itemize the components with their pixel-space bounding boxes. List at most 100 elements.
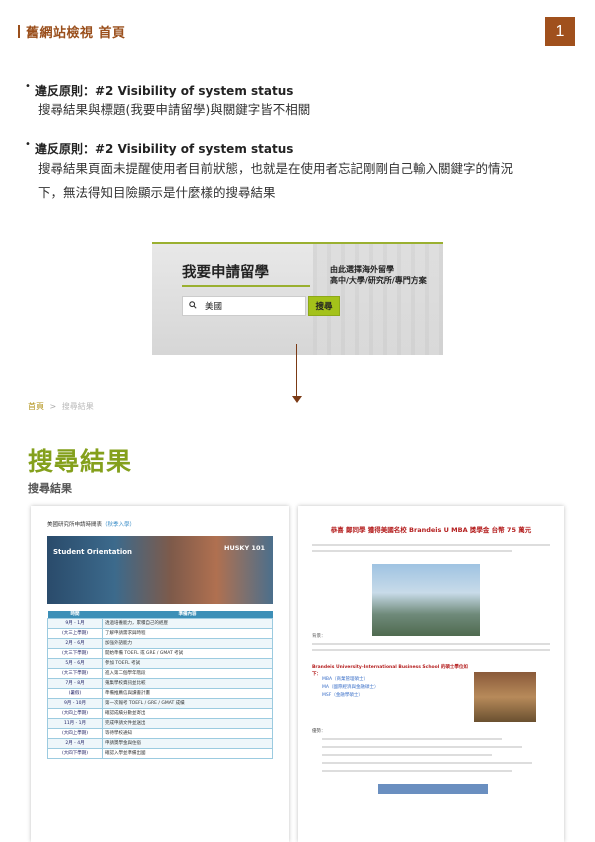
result-card-timeline[interactable]: 美國研究所申請時間表（秋季入學） Student Orientation HUS… (31, 506, 289, 842)
table-cell-content: 完成申請文件並送出 (102, 717, 273, 729)
table-cell-content: 參加 TOEFL 考試 (102, 657, 273, 669)
search-banner-screenshot: 我要申請留學 由此選擇海外留學 高中/大學/研究所/專門方案 美國 搜尋 (152, 242, 443, 355)
table-cell-month: 7月 - 8月 (47, 677, 103, 689)
table-cell-month: (大四上學期) (47, 707, 103, 719)
table-header: 準備內容 (102, 611, 273, 618)
search-button[interactable]: 搜尋 (308, 296, 340, 316)
page-number-badge: 1 (545, 17, 575, 46)
orientation-photo: Student Orientation HUSKY 101 (47, 536, 273, 604)
breadcrumb-current: 搜尋結果 (61, 402, 94, 411)
table-cell-content: 透過培養能力，累積自己的經歷 (102, 617, 273, 629)
bullet-dot: • (25, 81, 31, 92)
table-cell-month: (暑假) (47, 687, 103, 699)
search-input-value: 美國 (205, 302, 223, 312)
search-icon (189, 301, 197, 311)
text-placeholder-line (322, 746, 522, 748)
violation-description-2: 搜尋結果頁面未提醒使用者目前狀態，也就是在使用者忘記剛剛自己輸入關鍵字的情況 下… (38, 157, 573, 205)
text-placeholder-line (322, 762, 532, 764)
table-cell-month: (大四上學期) (47, 727, 103, 739)
card-title-text: 美國研究所申請時間表 (47, 522, 103, 528)
result-card-scholarship[interactable]: 恭喜 鄭同學 獲得美國名校 Brandeis U MBA 獎學金 台幣 75 萬… (298, 506, 564, 842)
table-cell-month: 9月 - 1月 (47, 617, 103, 629)
table-cell-content: 了解申請需求與時程 (102, 627, 273, 639)
banner-subtitle: 由此選擇海外留學 高中/大學/研究所/專門方案 (330, 264, 427, 286)
banner-heading: 我要申請留學 (182, 265, 269, 281)
table-cell-content: 確認成績分數並寄出 (102, 707, 273, 719)
bottom-image-strip (378, 784, 488, 794)
table-row: (大三上學期) 了解申請需求與時程 (47, 627, 273, 639)
table-cell-content: 開始準備 TOEFL 或 GRE / GMAT 考試 (102, 647, 273, 659)
table-cell-month: (大三下學期) (47, 647, 103, 659)
bullet-dot: • (25, 139, 31, 150)
description-line: 搜尋結果頁面未提醒使用者目前狀態，也就是在使用者忘記剛剛自己輸入關鍵字的情況 (38, 161, 514, 176)
campus-photo (372, 564, 480, 636)
table-row: (大四下學期) 確認入學並準備出國 (47, 747, 273, 759)
table-cell-content: 等待學校通知 (102, 727, 273, 739)
table-row: 9月 - 1月 透過培養能力，累積自己的經歷 (47, 617, 273, 629)
card-title: 美國研究所申請時間表（秋季入學） (47, 520, 135, 528)
breadcrumb: 首頁 > 搜尋結果 (28, 401, 94, 412)
table-cell-content: 申請獎學金與住宿 (102, 737, 273, 749)
photo-logo: HUSKY 101 (224, 544, 265, 552)
table-row: (大四上學期) 確認成績分數並寄出 (47, 707, 273, 719)
table-cell-month: 2月 - 6月 (47, 637, 103, 649)
text-placeholder-line (312, 544, 550, 546)
breadcrumb-home[interactable]: 首頁 (28, 402, 44, 411)
table-header: 時間 (47, 611, 103, 618)
header-accent-bar (18, 25, 20, 38)
violation-bullet-2: • 違反原則：#2 Visibility of system status (25, 139, 294, 157)
card-title-tag: （秋季入學） (102, 522, 136, 528)
table-header-row: 時間 準備內容 (47, 611, 273, 618)
table-cell-month: (大三下學期) (47, 667, 103, 679)
search-input[interactable]: 美國 (182, 296, 306, 316)
table-cell-content: 確認入學並準備出國 (102, 747, 273, 759)
page-header: 舊網站檢視 首頁 (18, 22, 126, 41)
table-row: 2月 - 4月 申請獎學金與住宿 (47, 737, 273, 749)
text-placeholder-line (312, 649, 550, 651)
banner-subtitle-line: 由此選擇海外留學 (330, 265, 394, 274)
photo-caption: Student Orientation (53, 548, 133, 556)
table-row: (暑假) 準備推薦信與讀書計畫 (47, 687, 273, 699)
school-photo (474, 672, 536, 722)
table-row: 2月 - 6月 加強外語能力 (47, 637, 273, 649)
banner-subtitle-line: 高中/大學/研究所/專門方案 (330, 276, 427, 285)
table-cell-month: 11月 - 1月 (47, 717, 103, 729)
table-cell-month: 9月 - 10月 (47, 697, 103, 709)
table-row: 11月 - 1月 完成申請文件並送出 (47, 717, 273, 729)
breadcrumb-separator: > (49, 402, 57, 411)
violation-bullet-1: • 違反原則：#2 Visibility of system status (25, 81, 294, 99)
card-title: 恭喜 鄭同學 獲得美國名校 Brandeis U MBA 獎學金 台幣 75 萬… (330, 526, 532, 534)
text-placeholder-line (312, 643, 550, 645)
text-placeholder-line (322, 738, 502, 740)
timeline-table: 時間 準備內容 9月 - 1月 透過培養能力，累積自己的經歷 (大三上學期) 了解申請… (47, 611, 273, 759)
card-section-heading: 背景： (312, 634, 326, 639)
table-cell-month: 2月 - 4月 (47, 737, 103, 749)
violation-label: 違反原則：#2 Visibility of system status (35, 142, 294, 156)
table-row: 7月 - 8月 蒐集學校資訊並比較 (47, 677, 273, 689)
table-row: (大三下學期) 進入第二個學年階段 (47, 667, 273, 679)
description-line: 下，無法得知目險顯示是什麼樣的搜尋結果 (38, 185, 276, 200)
table-cell-month: (大三上學期) (47, 627, 103, 639)
table-cell-content: 蒐集學校資訊並比較 (102, 677, 273, 689)
table-cell-content: 準備推薦信與讀書計畫 (102, 687, 273, 699)
table-row: (大三下學期) 開始準備 TOEFL 或 GRE / GMAT 考試 (47, 647, 273, 659)
description-line: 搜尋結果與標題(我要申請留學)與關鍵字皆不相關 (38, 102, 311, 117)
table-cell-month: 5月 - 6月 (47, 657, 103, 669)
page-title: 舊網站檢視 首頁 (26, 26, 126, 41)
table-cell-content: 第一次報考 TOEFL / GRE / GMAT 成績 (102, 697, 273, 709)
flow-arrow-line (296, 344, 297, 399)
text-placeholder-line (322, 770, 512, 772)
card-section-heading: 優勢： (312, 729, 326, 734)
text-placeholder-line (322, 754, 492, 756)
violation-description-1: 搜尋結果與標題(我要申請留學)與關鍵字皆不相關 (38, 98, 573, 122)
table-cell-content: 進入第二個學年階段 (102, 667, 273, 679)
results-title: 搜尋結果 (28, 447, 133, 476)
table-row: 5月 - 6月 參加 TOEFL 考試 (47, 657, 273, 669)
flow-arrow-head (292, 396, 302, 403)
table-row: (大四上學期) 等待學校通知 (47, 727, 273, 739)
table-cell-content: 加強外語能力 (102, 637, 273, 649)
table-cell-month: (大四下學期) (47, 747, 103, 759)
banner-heading-underline (182, 285, 310, 287)
results-subtitle: 搜尋結果 (28, 482, 72, 495)
violation-label: 違反原則：#2 Visibility of system status (35, 84, 294, 98)
